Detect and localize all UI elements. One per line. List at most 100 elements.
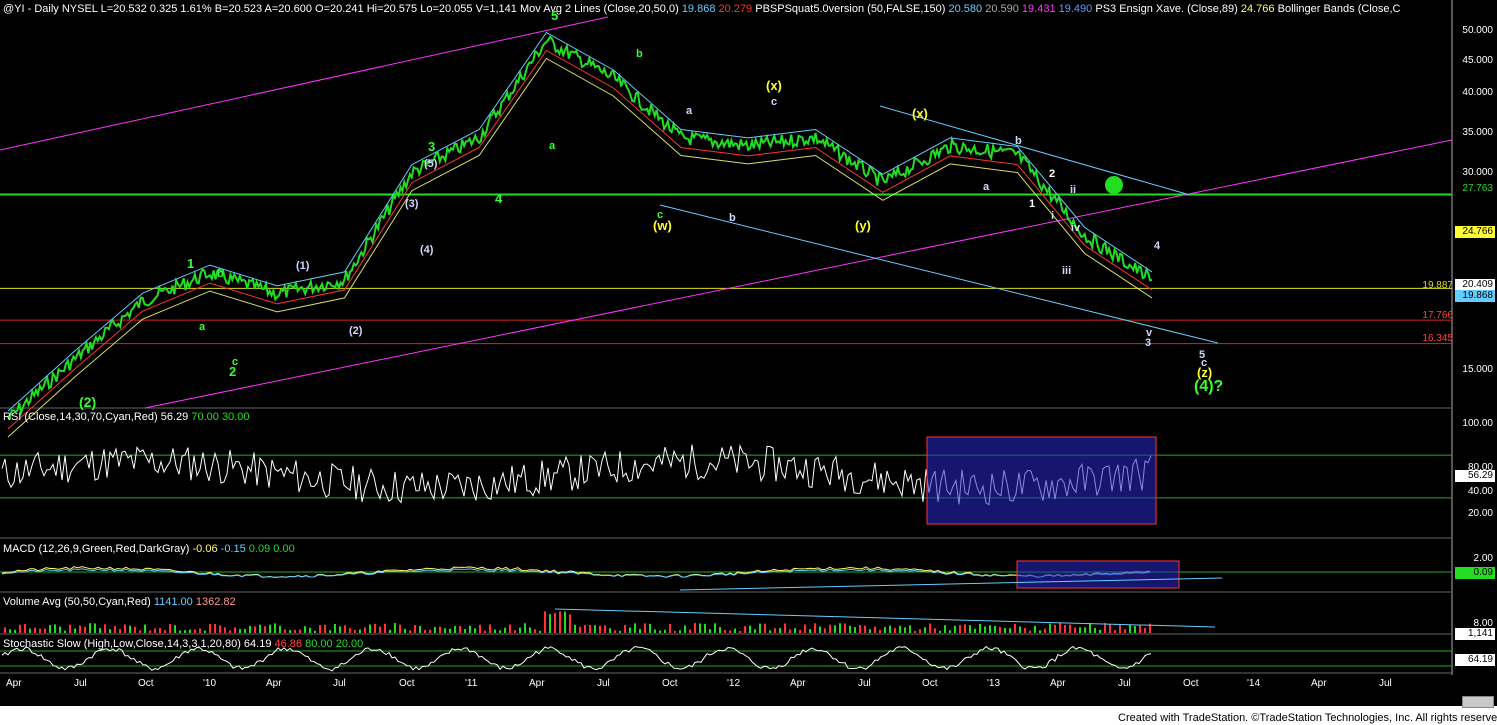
volume-bar (594, 625, 596, 633)
volume-bar (634, 623, 636, 633)
wave-label: (1) (296, 260, 310, 272)
volume-bar (984, 626, 986, 633)
volume-bar (944, 625, 946, 633)
volume-bar (29, 628, 31, 633)
volume-bar (644, 623, 646, 633)
volume-bar (369, 624, 371, 633)
volume-bar (519, 627, 521, 633)
volume-bar (419, 626, 421, 633)
bid: B=20.523 (214, 3, 263, 15)
price-tick-15: 15.000 (1462, 364, 1493, 375)
volume-bar (674, 630, 676, 633)
macd-tick-2: 2.00 (1473, 553, 1493, 564)
volume-bar (639, 628, 641, 633)
volume-bar (409, 630, 411, 633)
volume-bar (1059, 623, 1061, 633)
volume-bar (1064, 624, 1066, 633)
tag-19887: 19.887 (1422, 280, 1453, 291)
volume-bar (1144, 627, 1146, 633)
volume-bar (124, 624, 126, 633)
volume-bar (229, 630, 231, 633)
volume-bar (854, 627, 856, 633)
volume-bar (134, 626, 136, 633)
volume-bar (24, 624, 26, 633)
volume-bar (804, 624, 806, 633)
volume-bar (1034, 625, 1036, 633)
volume-bar (399, 624, 401, 633)
volume-bar (874, 626, 876, 633)
volume-bar (199, 628, 201, 633)
volume-bar (159, 627, 161, 633)
volume-bar (884, 627, 886, 633)
volume-bar (154, 628, 156, 633)
volume-bar (249, 625, 251, 633)
stoch-v1: 64.19 (243, 638, 272, 650)
volume-bar (129, 625, 131, 633)
x-tick: Apr (1050, 678, 1066, 689)
volume-bar (934, 628, 936, 633)
ma-red-line (7, 49, 1153, 430)
volume-bar (404, 628, 406, 633)
macd-v1: -0.06 (192, 543, 218, 555)
volume-bar (94, 623, 96, 633)
stoch-label: Stochastic Slow (High,Low,Close,14,3,3,1… (3, 638, 241, 650)
price-axis-bg (1452, 0, 1497, 705)
volume-bar (614, 630, 616, 633)
chart-header: @YI - Daily NYSEL L=20.532 0.325 1.61% B… (3, 3, 1401, 15)
volume-bar (344, 625, 346, 633)
volume-bar (1129, 624, 1131, 633)
volume-bar (219, 625, 221, 633)
x-tick: Apr (529, 678, 545, 689)
volume-bar (1074, 627, 1076, 633)
x-axis-bg (0, 675, 1497, 705)
volume-bar (924, 627, 926, 633)
volume-bar (349, 628, 351, 633)
volume-bar (329, 630, 331, 633)
volume-bar (1134, 626, 1136, 633)
volume-bar (659, 630, 661, 633)
volume-bar (1029, 630, 1031, 633)
volume-bar (759, 623, 761, 633)
volume-bar (749, 625, 751, 633)
volume-bar (979, 623, 981, 633)
volume-bar (374, 623, 376, 633)
volume-bar (194, 629, 196, 633)
volume-bar (424, 629, 426, 633)
volume-bar (554, 612, 556, 633)
volume-bar (479, 624, 481, 633)
pbs-value-4: 19.490 (1058, 3, 1093, 15)
wave-label: (3) (405, 198, 419, 210)
wave-label: a (199, 321, 206, 333)
ma-cyan-line (7, 31, 1153, 412)
volume-bar (574, 624, 576, 633)
volume-bar (584, 624, 586, 633)
chart-svg[interactable] (0, 0, 1497, 725)
volume-bar (464, 628, 466, 633)
volume-bar (704, 623, 706, 633)
volume-bar (549, 614, 551, 633)
volume-bar (264, 626, 266, 633)
volume-bar (9, 629, 11, 633)
tag-19868: 19.868 (1455, 290, 1495, 302)
volume-bar (779, 628, 781, 633)
volume-bar (1099, 630, 1101, 633)
volume-bar (1114, 630, 1116, 633)
volume-bar (89, 623, 91, 633)
x-tick: Jul (1379, 678, 1392, 689)
stoch-tag: 64.19 (1455, 654, 1495, 666)
volume-bar (224, 627, 226, 633)
volume-bar (864, 625, 866, 633)
volume-bar (234, 627, 236, 633)
volume-bar (919, 629, 921, 633)
volume-bar (314, 630, 316, 633)
volume-bar (1119, 624, 1121, 633)
price-tick-50: 50.000 (1462, 25, 1493, 36)
horizontal-scrollbar[interactable] (1462, 696, 1494, 708)
volume-bar (189, 629, 191, 633)
volume-bar (839, 623, 841, 633)
macd-v2: -0.15 (220, 543, 246, 555)
chart-stage: @YI - Daily NYSEL L=20.532 0.325 1.61% B… (0, 0, 1497, 725)
bollinger-label: Bollinger Bands (Close,C (1277, 3, 1401, 15)
volume-bar (59, 626, 61, 633)
x-tick: Oct (399, 678, 415, 689)
